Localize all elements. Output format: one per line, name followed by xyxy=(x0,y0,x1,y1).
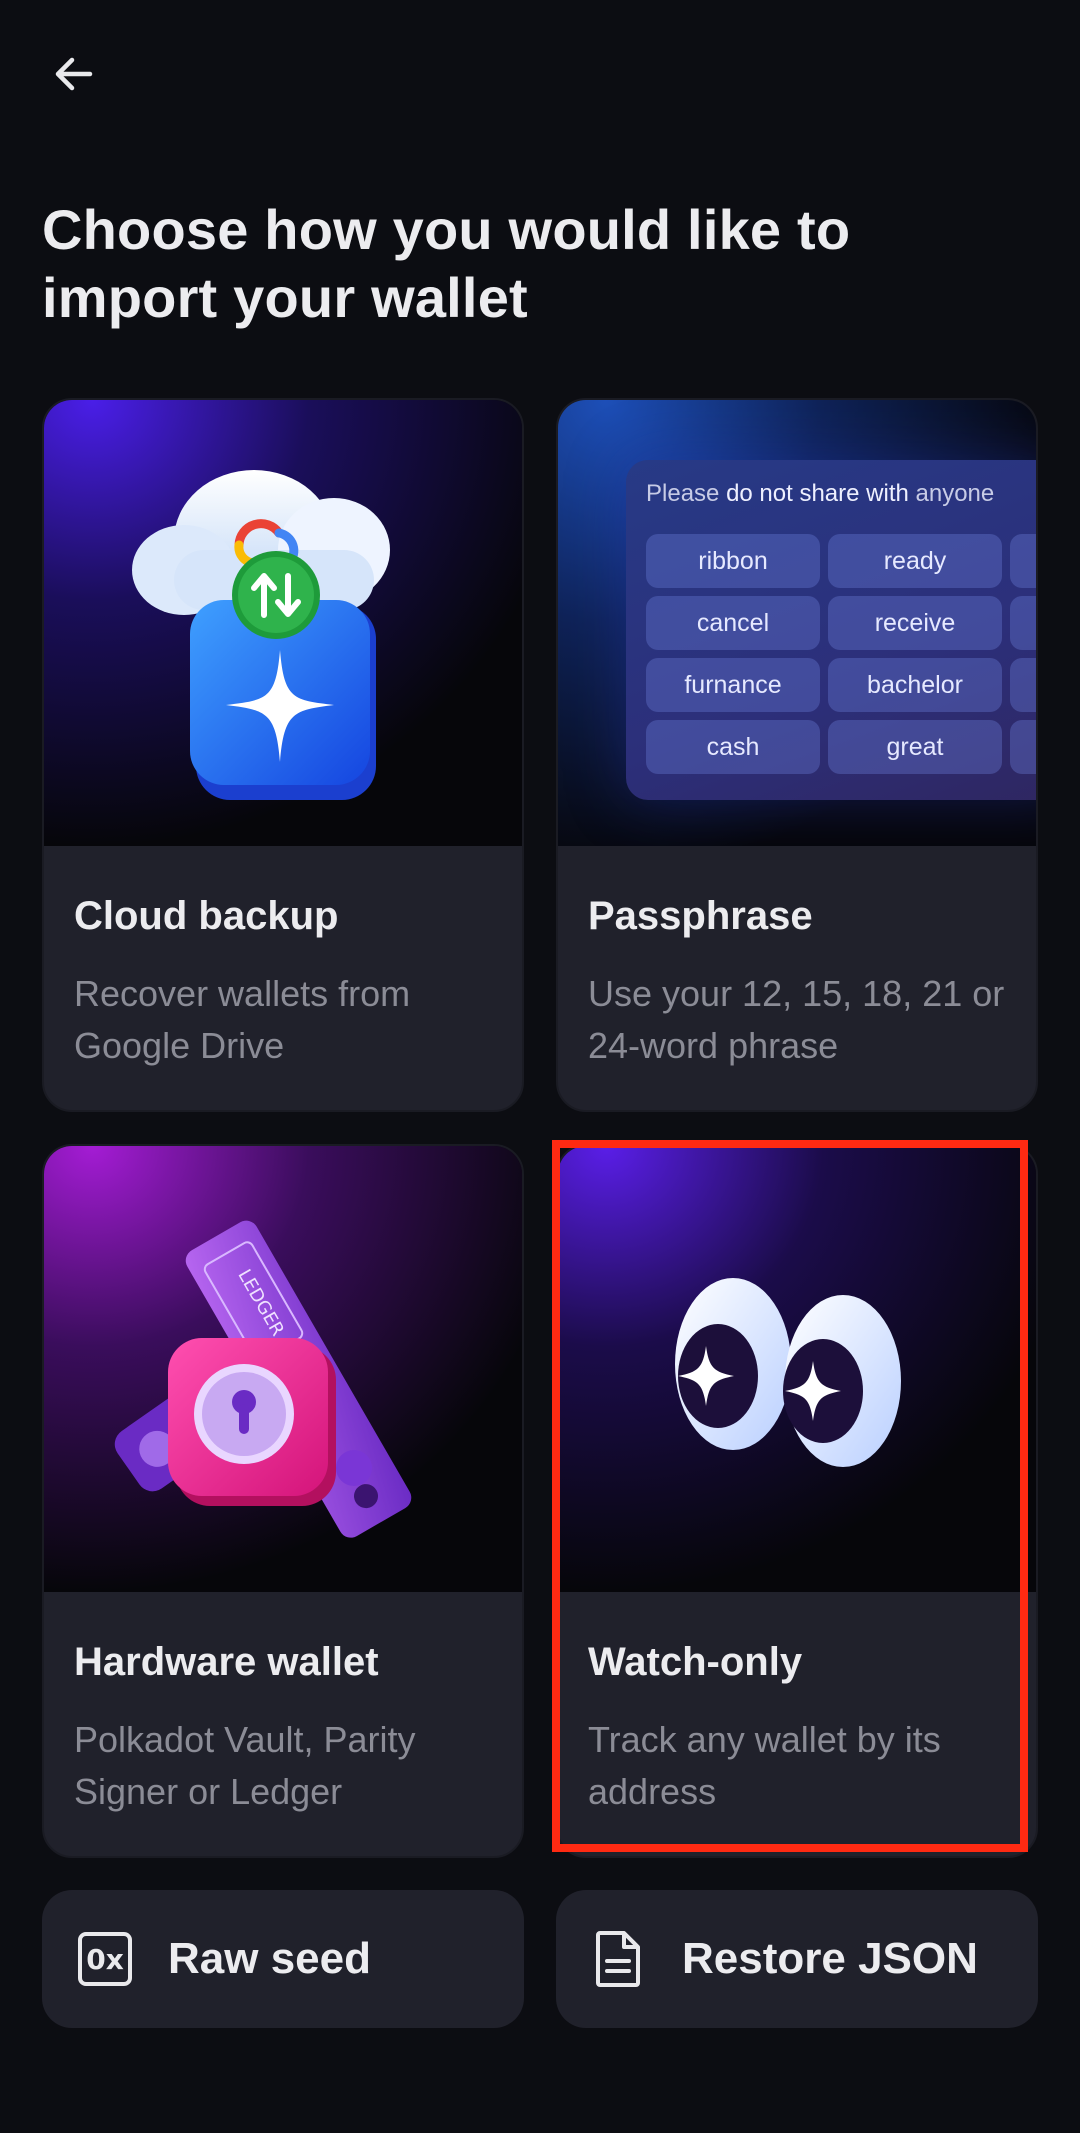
document-icon xyxy=(596,1931,640,1987)
phrase-word: cash xyxy=(646,720,820,774)
card-title: Cloud backup xyxy=(74,894,339,938)
phrase-word: ready xyxy=(828,534,1002,588)
card-description: Recover wallets from Google Drive xyxy=(74,973,411,1066)
watch-only-card[interactable]: Watch-only Track any wallet by its addre… xyxy=(556,1144,1038,1858)
page-title: Choose how you would like to import your… xyxy=(42,198,851,329)
passphrase-illustration: Please do not share with anyone ribbon r… xyxy=(558,400,1036,846)
cloud-backup-card[interactable]: Cloud backup Recover wallets from Google… xyxy=(42,398,524,1112)
hex-icon: 0x xyxy=(78,1932,132,1986)
button-label: Restore JSON xyxy=(682,1934,978,1983)
passphrase-card[interactable]: Please do not share with anyone ribbon r… xyxy=(556,398,1038,1112)
card-title: Passphrase xyxy=(588,894,813,938)
phrase-word: bachelor xyxy=(828,658,1002,712)
phrase-word: furnance xyxy=(646,658,820,712)
card-title: Watch-only xyxy=(588,1640,803,1684)
watch-only-illustration xyxy=(558,1146,1036,1592)
cloud-backup-illustration xyxy=(44,400,522,846)
card-title: Hardware wallet xyxy=(74,1640,379,1684)
phrase-word-clipped xyxy=(1010,658,1036,712)
raw-seed-button[interactable]: 0x Raw seed xyxy=(42,1890,524,2028)
hardware-wallet-illustration: LEDGER xyxy=(44,1146,522,1592)
back-button[interactable] xyxy=(42,42,106,106)
phrase-word: ribbon xyxy=(646,534,820,588)
button-label: Raw seed xyxy=(168,1934,371,1983)
phrase-word: receive xyxy=(828,596,1002,650)
card-description: Polkadot Vault, Parity Signer or Ledger xyxy=(74,1719,416,1812)
phrase-panel: Please do not share with anyone ribbon r… xyxy=(626,460,1036,800)
arrow-left-icon xyxy=(55,57,93,91)
phrase-word-clipped xyxy=(1010,720,1036,774)
phrase-word-clipped xyxy=(1010,596,1036,650)
restore-json-button[interactable]: Restore JSON xyxy=(556,1890,1038,2028)
hardware-wallet-card[interactable]: LEDGER Hardware wallet Polkadot Vault, P… xyxy=(42,1144,524,1858)
phrase-warning: Please do not share with anyone xyxy=(646,480,995,507)
phrase-word-clipped xyxy=(1010,534,1036,588)
card-description: Track any wallet by its address xyxy=(588,1719,941,1812)
phrase-word: great xyxy=(828,720,1002,774)
phrase-word: cancel xyxy=(646,596,820,650)
card-description: Use your 12, 15, 18, 21 or 24-word phras… xyxy=(588,973,1005,1066)
